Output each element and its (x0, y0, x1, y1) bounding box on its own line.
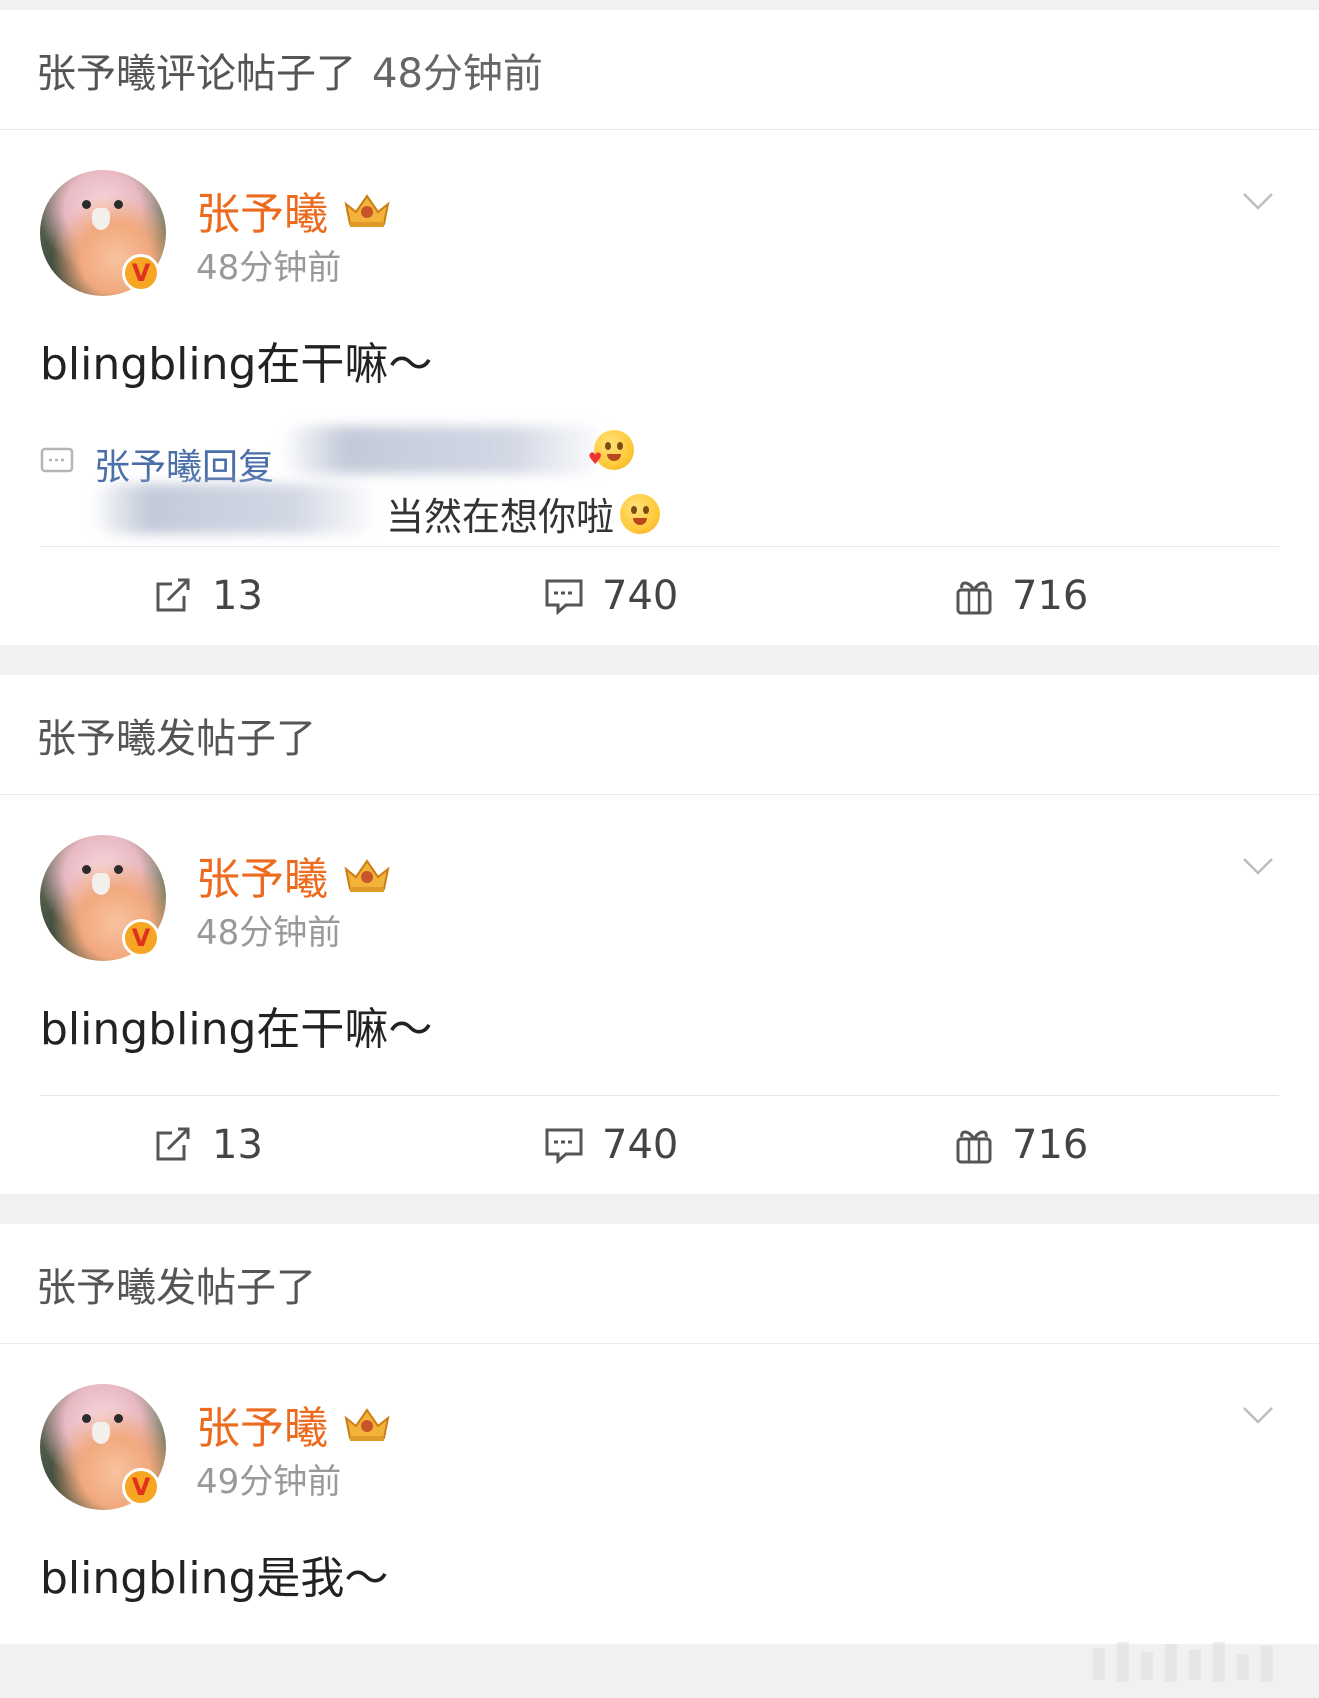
post-header: V 张予曦 49分钟前 (40, 1384, 1319, 1510)
verified-badge-icon: V (122, 919, 160, 957)
repost-icon (156, 1127, 190, 1161)
chevron-down-icon[interactable] (1241, 1398, 1275, 1432)
happy-emoji-icon (620, 493, 661, 534)
blurred-content (90, 484, 380, 534)
post-header: V 张予曦 48分钟前 (40, 835, 1319, 961)
comment-count: 740 (602, 573, 679, 619)
action-bar: 13 740 716 (0, 547, 1319, 645)
avatar-eye (114, 865, 123, 874)
like-button[interactable]: 716 (954, 547, 1088, 645)
username-text: 张予曦 (196, 1403, 328, 1454)
avatar-beak (92, 873, 110, 895)
post-time: 48分钟前 (196, 248, 342, 288)
watermark-bars (1093, 1642, 1273, 1682)
post-card[interactable]: V 张予曦 48分钟前 blingbling在干嘛～ 13 740 716 (0, 795, 1319, 1194)
username-text: 张予曦 (196, 189, 328, 240)
avatar-eye (82, 200, 91, 209)
repost-count: 13 (212, 573, 263, 619)
repost-count: 13 (212, 1122, 263, 1168)
section-gap (0, 1194, 1319, 1224)
username-text: 张予曦 (196, 854, 328, 905)
activity-time: 48分钟前 (372, 50, 543, 97)
post-body: blingbling在干嘛～ (40, 339, 433, 390)
post-time: 49分钟前 (196, 1462, 342, 1502)
repost-icon (156, 578, 190, 612)
activity-text: 张予曦评论帖子了 (36, 50, 356, 97)
comment-icon (545, 1128, 583, 1164)
reply-prefix: 张予曦回复 (94, 447, 275, 484)
activity-header: 张予曦发帖子了 (0, 675, 1319, 795)
like-count: 716 (1012, 1122, 1089, 1168)
comment-count: 740 (602, 1122, 679, 1168)
verified-badge-icon: V (122, 254, 160, 292)
comment-icon (545, 579, 583, 615)
comment-icon (40, 447, 74, 473)
action-bar: 13 740 716 (0, 1096, 1319, 1194)
avatar-eye (82, 865, 91, 874)
like-gift-icon (956, 581, 992, 615)
verified-badge-icon: V (122, 1468, 160, 1506)
feed-item: 张予曦发帖子了 V 张予曦 48分钟前 blingbling在干嘛～ 13 74… (0, 675, 1319, 1194)
reply-text: 当然在想你啦 (386, 486, 661, 541)
like-button[interactable]: 716 (954, 1096, 1088, 1194)
post-card[interactable]: V 张予曦 49分钟前 blingbling是我～ (0, 1344, 1319, 1606)
post-body: blingbling在干嘛～ (40, 1004, 433, 1055)
activity-text: 张予曦发帖子了 (36, 1264, 316, 1311)
activity-header: 张予曦评论帖子了 48分钟前 (0, 10, 1319, 130)
repost-button[interactable]: 13 (154, 547, 263, 645)
activity-text: 张予曦发帖子了 (36, 715, 316, 762)
activity-header: 张予曦发帖子了 (0, 1224, 1319, 1344)
feed-item: 张予曦评论帖子了 48分钟前 V 张予曦 48分钟前 blingbling在干嘛… (0, 10, 1319, 645)
avatar-eye (114, 200, 123, 209)
repost-button[interactable]: 13 (154, 1096, 263, 1194)
avatar-beak (92, 1422, 110, 1444)
section-gap (0, 645, 1319, 675)
chevron-down-icon[interactable] (1241, 849, 1275, 883)
activity-feed: 张予曦评论帖子了 48分钟前 V 张予曦 48分钟前 blingbling在干嘛… (0, 10, 1319, 1644)
username[interactable]: 张予曦 (196, 843, 392, 907)
avatar-eye (82, 1414, 91, 1423)
post-time: 48分钟前 (196, 913, 342, 953)
post-header: V 张予曦 48分钟前 (40, 170, 1319, 296)
comment-button[interactable]: 740 (544, 1096, 678, 1194)
blurred-content (280, 426, 610, 474)
top-strip (0, 0, 1319, 10)
reply-preview[interactable]: 张予曦回复 ♥ 当然在想你啦 (40, 426, 1319, 546)
crown-icon (342, 1404, 392, 1444)
username[interactable]: 张予曦 (196, 1392, 392, 1456)
like-gift-icon (956, 1130, 992, 1164)
blush-emoji-icon: ♥ (588, 430, 634, 470)
avatar-eye (114, 1414, 123, 1423)
avatar-beak (92, 208, 110, 230)
reply-text-content: 当然在想你啦 (386, 495, 615, 539)
feed-item: 张予曦发帖子了 V 张予曦 49分钟前 blingbling是我～ (0, 1224, 1319, 1644)
comment-button[interactable]: 740 (544, 547, 678, 645)
crown-icon (342, 190, 392, 230)
like-count: 716 (1012, 573, 1089, 619)
chevron-down-icon[interactable] (1241, 184, 1275, 218)
post-body: blingbling是我～ (40, 1553, 389, 1604)
post-card[interactable]: V 张予曦 48分钟前 blingbling在干嘛～ 张予曦回复 ♥ 当然在想你… (0, 130, 1319, 645)
crown-icon (342, 855, 392, 895)
username[interactable]: 张予曦 (196, 178, 392, 242)
